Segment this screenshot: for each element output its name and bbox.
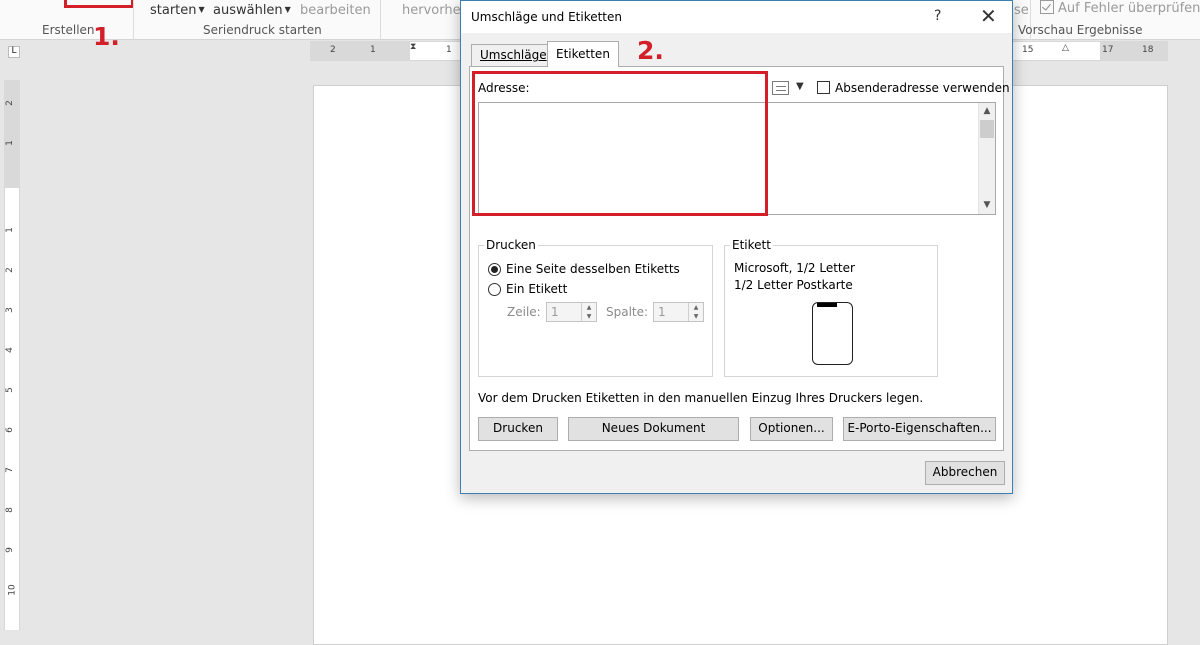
step-2-annotation: 2. bbox=[637, 36, 664, 65]
cancel-button-label: Abbrechen bbox=[932, 465, 998, 479]
ruler-tick: 18 bbox=[1142, 45, 1154, 55]
ruler-indent-marker[interactable]: ⧗ bbox=[410, 42, 416, 52]
ruler-tick: 1 bbox=[446, 45, 452, 55]
check-errors-label: Auf Fehler überprüfen bbox=[1058, 1, 1200, 16]
ruler-tick: 8 bbox=[4, 507, 15, 513]
mail-merge-start-button[interactable]: starten ▼ bbox=[150, 3, 205, 18]
ruler-tick: 3 bbox=[4, 307, 15, 313]
group-label-mail-merge: Seriendruck starten bbox=[203, 23, 322, 37]
ruler-tick: 1 bbox=[370, 45, 376, 55]
tab-selector[interactable]: L bbox=[8, 46, 20, 58]
edge-fragment-text: se bbox=[1014, 3, 1029, 18]
tab-labels[interactable]: Etiketten bbox=[547, 41, 619, 67]
radio-single-label-label: Ein Etikett bbox=[506, 282, 568, 296]
radio-single-label[interactable] bbox=[488, 283, 501, 296]
select-recipients-button[interactable]: auswählen ▼ bbox=[213, 3, 291, 18]
column-spinner[interactable]: 1 ▲ ▼ bbox=[653, 302, 704, 322]
ribbon-separator bbox=[133, 0, 134, 40]
label-groupbox[interactable]: Etikett Microsoft, 1/2 Letter 1/2 Letter… bbox=[724, 238, 938, 377]
highlight-fields-label: hervorheb bbox=[402, 3, 469, 18]
tab-envelopes-label: Umschläge bbox=[480, 48, 547, 62]
options-button-label: Optionen... bbox=[758, 421, 825, 435]
column-label: Spalte: bbox=[606, 305, 649, 319]
spin-up-icon[interactable]: ▲ bbox=[581, 303, 596, 312]
mail-merge-start-label: starten bbox=[150, 3, 197, 18]
spin-up-icon[interactable]: ▲ bbox=[688, 303, 703, 312]
scroll-down-icon[interactable]: ▼ bbox=[979, 197, 995, 213]
dialog-titlebar[interactable]: Umschläge und Etiketten ? ✕ bbox=[461, 1, 1012, 33]
edit-recipients-label: bearbeiten bbox=[300, 3, 371, 18]
edit-recipients-button[interactable]: bearbeiten bbox=[300, 3, 371, 18]
ruler-tick: 2 bbox=[4, 267, 15, 273]
scroll-up-icon[interactable]: ▲ bbox=[979, 103, 995, 119]
options-button[interactable]: Optionen... bbox=[750, 417, 833, 441]
row-value: 1 bbox=[551, 305, 559, 319]
chevron-down-icon[interactable]: ▼ bbox=[796, 81, 804, 92]
manual-feed-note: Vor dem Drucken Etiketten in den manuell… bbox=[478, 391, 924, 405]
labels-tab-pane: Adresse: ▼ Absenderadresse verwenden ▲ ▼… bbox=[469, 66, 1010, 451]
dialog-title: Umschläge und Etiketten bbox=[471, 10, 622, 24]
ruler-margin-top bbox=[5, 80, 19, 188]
column-value: 1 bbox=[658, 305, 666, 319]
ruler-tick: 15 bbox=[1022, 45, 1034, 55]
ruler-tick: 5 bbox=[4, 387, 15, 393]
radio-full-page-label: Eine Seite desselben Etiketts bbox=[506, 262, 680, 276]
edge-fragment-label: se bbox=[1014, 3, 1029, 18]
row-spinner[interactable]: 1 ▲ ▼ bbox=[546, 302, 597, 322]
ruler-tick: 1 bbox=[4, 140, 15, 146]
label-product: 1/2 Letter Postkarte bbox=[734, 278, 853, 292]
ruler-tick: 17 bbox=[1102, 45, 1114, 55]
ruler-tick: 6 bbox=[4, 427, 15, 433]
ruler-right-indent-marker[interactable]: △ bbox=[1062, 43, 1069, 53]
vertical-ruler: 2 1 1 2 3 4 5 6 7 8 9 10 bbox=[4, 80, 20, 630]
tab-envelopes[interactable]: Umschläge bbox=[471, 44, 556, 66]
check-errors-button[interactable]: Auf Fehler überprüfen bbox=[1040, 0, 1200, 16]
new-document-button-label: Neues Dokument bbox=[601, 421, 706, 435]
eporto-properties-button[interactable]: E-Porto-Eigenschaften... bbox=[843, 417, 996, 441]
ruler-tick: 10 bbox=[7, 584, 18, 596]
label-vendor: Microsoft, 1/2 Letter bbox=[734, 261, 855, 275]
ruler-tick: 4 bbox=[4, 347, 15, 353]
scroll-thumb[interactable] bbox=[980, 120, 994, 138]
select-recipients-label: auswählen bbox=[213, 3, 283, 18]
ruler-tick: 1 bbox=[4, 227, 15, 233]
highlight-box-address bbox=[472, 71, 768, 216]
help-button[interactable]: ? bbox=[934, 8, 941, 24]
radio-full-page[interactable] bbox=[488, 263, 501, 276]
ruler-tick: 2 bbox=[4, 100, 15, 106]
ruler-tick: 9 bbox=[4, 547, 15, 553]
print-button[interactable]: Drucken bbox=[478, 417, 558, 441]
group-label-create: Erstellen bbox=[42, 23, 95, 37]
envelopes-labels-dialog: Umschläge und Etiketten ? ✕ Umschläge Et… bbox=[460, 0, 1013, 494]
cancel-button[interactable]: Abbrechen bbox=[925, 461, 1005, 485]
ruler-tick: 2 bbox=[330, 45, 336, 55]
spin-down-icon[interactable]: ▼ bbox=[581, 312, 596, 321]
ribbon-separator bbox=[380, 0, 381, 40]
highlight-box-create bbox=[64, 0, 134, 8]
row-label: Zeile: bbox=[507, 305, 541, 319]
ruler-tick: 7 bbox=[4, 467, 15, 473]
group-label-preview: Vorschau Ergebnisse bbox=[1018, 23, 1143, 37]
new-document-button[interactable]: Neues Dokument bbox=[568, 417, 739, 441]
address-book-icon[interactable] bbox=[772, 81, 789, 95]
highlight-fields-button[interactable]: hervorheb bbox=[402, 3, 469, 18]
chevron-down-icon: ▼ bbox=[284, 5, 291, 14]
check-errors-icon bbox=[1040, 0, 1054, 14]
spin-down-icon[interactable]: ▼ bbox=[688, 312, 703, 321]
print-groupbox: Drucken Eine Seite desselben Etiketts Ei… bbox=[478, 238, 713, 377]
label-group-title: Etikett bbox=[730, 238, 773, 252]
eporto-properties-button-label: E-Porto-Eigenschaften... bbox=[847, 421, 992, 435]
tab-labels-label: Etiketten bbox=[556, 47, 610, 61]
step-1-annotation: 1. bbox=[93, 22, 120, 51]
ruler-margin-left bbox=[310, 42, 410, 60]
close-icon[interactable]: ✕ bbox=[980, 4, 997, 28]
chevron-down-icon: ▼ bbox=[198, 5, 205, 14]
print-group-title: Drucken bbox=[484, 238, 538, 252]
use-sender-address-label: Absenderadresse verwenden bbox=[835, 81, 1010, 95]
print-button-label: Drucken bbox=[493, 421, 543, 435]
address-scrollbar[interactable]: ▲ ▼ bbox=[978, 103, 995, 214]
label-preview-image bbox=[812, 302, 853, 365]
use-sender-address-checkbox[interactable] bbox=[817, 81, 830, 94]
